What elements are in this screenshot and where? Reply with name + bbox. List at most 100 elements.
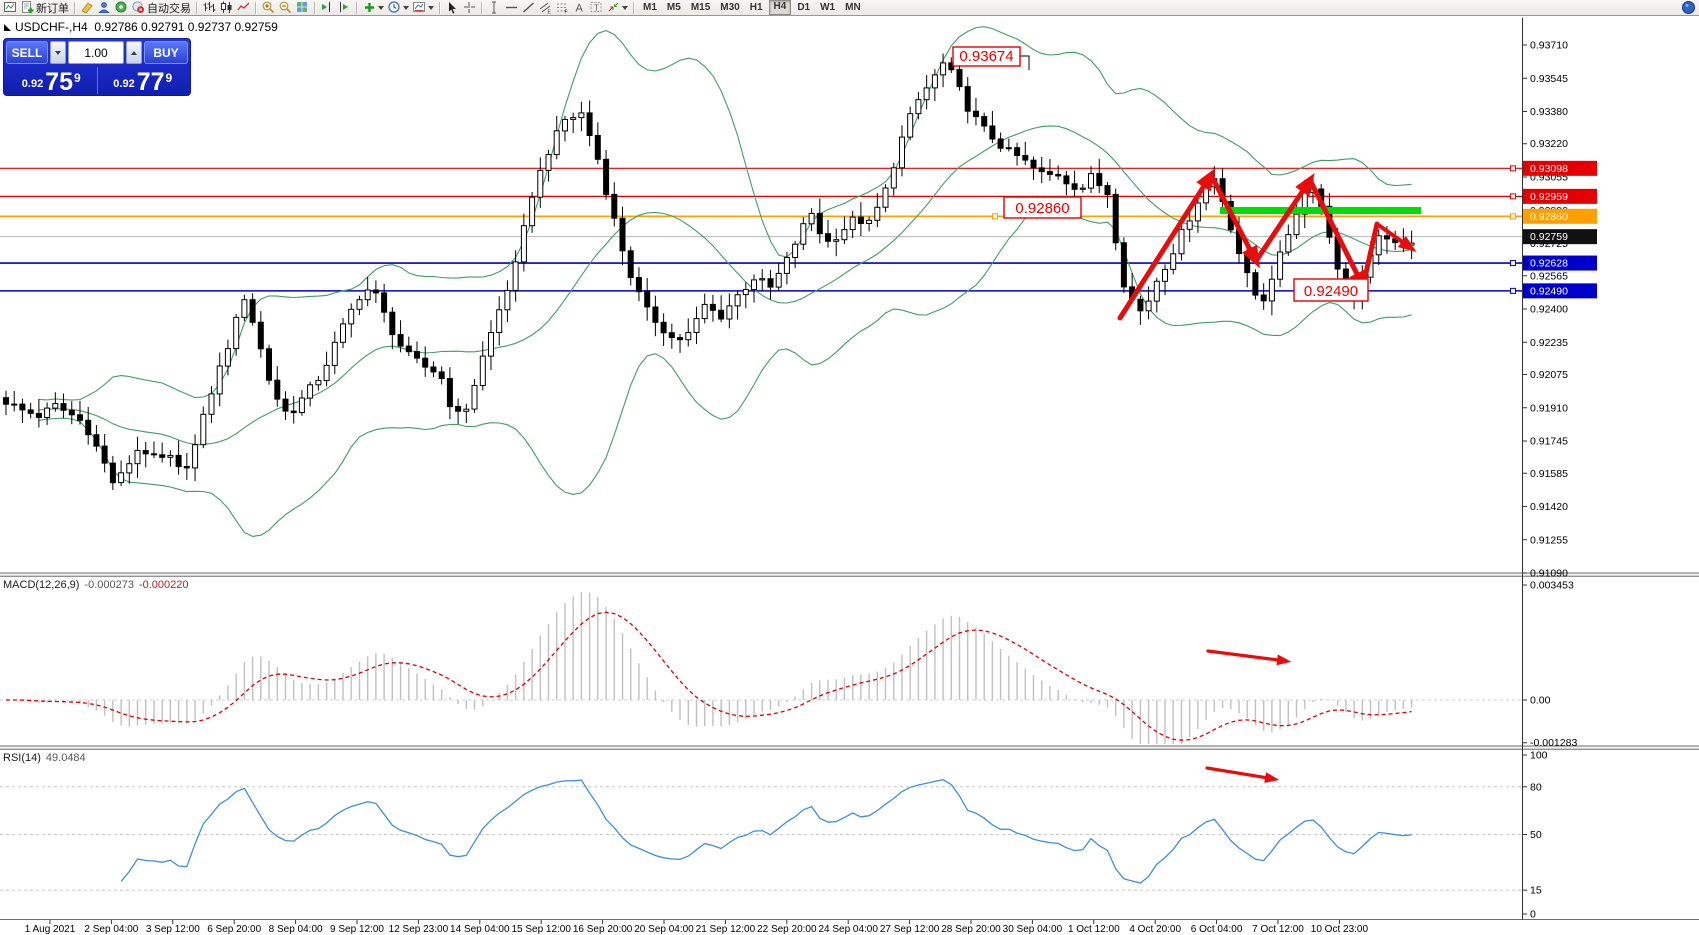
crosshair-tool[interactable]	[461, 0, 478, 15]
grid-glyph	[296, 1, 309, 14]
line-handle[interactable]	[993, 214, 998, 219]
line-handle[interactable]	[1511, 194, 1516, 199]
sell-price-big: 75	[45, 70, 73, 94]
chart-shift-button[interactable]	[319, 0, 336, 15]
zoom-out-button[interactable]	[277, 0, 294, 15]
cursor-tool[interactable]	[444, 0, 461, 15]
hline-glyph	[505, 1, 518, 14]
svg-text:0.91910: 0.91910	[1530, 402, 1568, 414]
label-tool[interactable]: T	[588, 0, 605, 15]
chevron-down-icon	[622, 6, 628, 10]
line-handle[interactable]	[1511, 261, 1516, 266]
macd-signal-value: -0.000220	[139, 579, 189, 591]
svg-text:22 Sep 20:00: 22 Sep 20:00	[757, 924, 817, 935]
zoom-in-button[interactable]	[260, 0, 277, 15]
chevron-down-icon	[378, 6, 384, 10]
periods-button[interactable]	[386, 0, 411, 15]
svg-text:A: A	[576, 3, 584, 15]
new-order-button[interactable]: 新订单	[19, 0, 71, 15]
green-zone-bar[interactable]	[1220, 207, 1421, 214]
chart-canvas[interactable]: 0.936740.928600.924900.937100.935450.933…	[0, 0, 1699, 935]
line-chart-button[interactable]	[235, 0, 252, 15]
tile-windows-button[interactable]	[294, 0, 311, 15]
timeframe-button-m1[interactable]: M1	[639, 1, 661, 14]
sell-button[interactable]: SELL	[6, 41, 48, 64]
svg-text:9 Sep 12:00: 9 Sep 12:00	[330, 924, 384, 935]
mt4-window: 0.936740.928600.924900.937100.935450.933…	[0, 0, 1699, 935]
timeframe-button-m15[interactable]: M15	[687, 1, 714, 14]
svg-text:0.93710: 0.93710	[1530, 40, 1568, 52]
timeframe-button-h1[interactable]: H1	[746, 1, 767, 14]
timeframe-button-mn[interactable]: MN	[841, 1, 865, 14]
trendline-tool[interactable]	[520, 0, 537, 15]
horizontal-line-tool[interactable]	[503, 0, 520, 15]
svg-text:0.92400: 0.92400	[1530, 304, 1568, 316]
line-handle[interactable]	[1511, 166, 1516, 171]
line-handle[interactable]	[1511, 288, 1516, 293]
timeframe-button-w1[interactable]: W1	[816, 1, 839, 14]
macd-name: MACD(12,26,9)	[3, 579, 79, 591]
zoomin-glyph	[262, 1, 275, 14]
text-tool[interactable]: A	[571, 0, 588, 15]
volume-increase-button[interactable]	[126, 41, 142, 64]
candlestick-button[interactable]	[218, 0, 235, 15]
svg-text:0: 0	[1530, 909, 1536, 921]
toolbar-separator	[439, 2, 441, 14]
buy-price-button[interactable]: 0.92779	[98, 65, 189, 96]
line-handle[interactable]	[1511, 214, 1516, 219]
buy-button[interactable]: BUY	[144, 41, 188, 64]
scroll-glyph	[338, 1, 351, 14]
svg-text:0.003453: 0.003453	[1530, 580, 1574, 592]
svg-text:7 Oct 12:00: 7 Oct 12:00	[1252, 924, 1304, 935]
sell-price-prefix: 0.92	[22, 74, 43, 94]
shift-glyph	[321, 1, 334, 14]
toolbar-separator	[481, 2, 483, 14]
cursor-glyph	[446, 1, 459, 14]
chart-window-icon[interactable]	[2, 0, 19, 15]
rsi-value: 49.0484	[46, 752, 86, 764]
svg-text:80: 80	[1530, 781, 1542, 793]
svg-text:20 Sep 04:00: 20 Sep 04:00	[634, 924, 694, 935]
candle-glyph	[220, 1, 233, 14]
timeframe-button-h4[interactable]: H4	[769, 0, 792, 15]
autotrading-button[interactable]: 自动交易	[130, 0, 193, 15]
arrows-glyph	[607, 1, 620, 14]
arrows-tool[interactable]	[605, 0, 630, 15]
svg-text:100: 100	[1530, 750, 1548, 762]
data-window-button[interactable]	[96, 0, 113, 15]
sell-price-button[interactable]: 0.92759	[6, 65, 97, 96]
templates-button[interactable]	[411, 0, 436, 15]
market-watch-button[interactable]	[79, 0, 96, 15]
svg-text:15: 15	[1530, 885, 1542, 897]
svg-text:4 Oct 20:00: 4 Oct 20:00	[1129, 924, 1181, 935]
volume-decrease-button[interactable]	[50, 41, 66, 64]
logo-glyph	[1682, 1, 1695, 14]
svg-text:0.92565: 0.92565	[1530, 270, 1568, 282]
timeframe-button-d1[interactable]: D1	[793, 1, 814, 14]
navigator-button[interactable]	[113, 0, 130, 15]
svg-text:0.92860: 0.92860	[1530, 211, 1568, 223]
svg-text:3 Sep 12:00: 3 Sep 12:00	[146, 924, 200, 935]
macd-main-value: -0.000273	[84, 579, 134, 591]
fibonacci-tool[interactable]: F	[554, 0, 571, 15]
volume-input[interactable]	[68, 41, 124, 64]
zoomout-glyph	[279, 1, 292, 14]
bar-chart-button[interactable]	[201, 0, 218, 15]
brush-glyph	[81, 1, 94, 14]
svg-text:16 Sep 20:00: 16 Sep 20:00	[573, 924, 633, 935]
svg-text:15 Sep 12:00: 15 Sep 12:00	[511, 924, 571, 935]
vertical-line-tool[interactable]	[486, 0, 503, 15]
chart-title-icon	[4, 24, 11, 31]
svg-text:0.91745: 0.91745	[1530, 436, 1568, 448]
timeframe-button-m30[interactable]: M30	[716, 1, 743, 14]
autotrading-button-label: 自动交易	[147, 0, 191, 16]
channel-tool[interactable]: E	[537, 0, 554, 15]
auto-scroll-button[interactable]	[336, 0, 353, 15]
timeframe-button-m5[interactable]: M5	[663, 1, 685, 14]
svg-text:0.91585: 0.91585	[1530, 468, 1568, 480]
indicators-button[interactable]	[361, 0, 386, 15]
textT-glyph: T	[590, 1, 603, 14]
svg-text:T: T	[594, 4, 599, 13]
bars-glyph	[203, 1, 216, 14]
rsi-indicator-label: RSI(14)49.0484	[3, 752, 86, 764]
